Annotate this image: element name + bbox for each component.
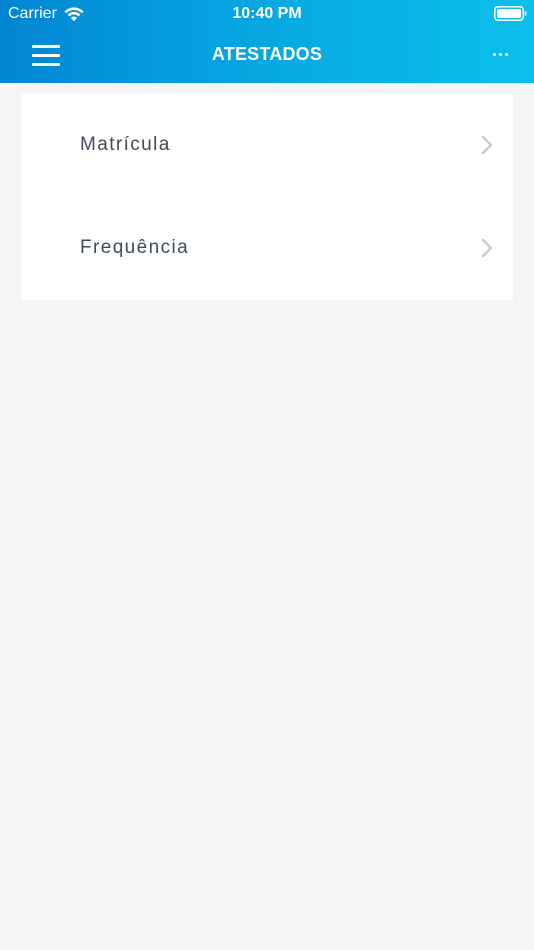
more-dots-icon[interactable] [488,43,512,65]
page-title: ATESTADOS [211,44,323,64]
list-item-matricula[interactable]: Matrícula [21,93,513,196]
list-item-frequencia[interactable]: Frequência [21,196,513,299]
list-item-label: Matrícula [80,134,171,155]
app-header: Carrier 10:40 PM ATESTADOS [0,0,534,83]
navigation-bar: ATESTADOS [0,28,534,83]
chevron-right-icon [481,238,493,258]
list-item-label: Frequência [80,237,190,258]
status-time: 10:40 PM [232,5,302,22]
status-bar: Carrier 10:40 PM [0,0,534,28]
chevron-right-icon [481,135,493,155]
atestados-list: Matrícula Frequência [21,93,513,300]
battery-icon [494,6,527,21]
